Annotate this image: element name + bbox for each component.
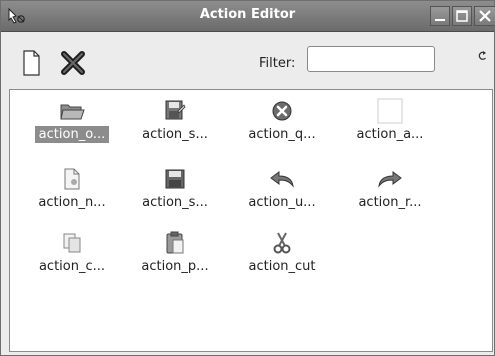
- action-item[interactable]: action_u...: [230, 162, 334, 222]
- action-item[interactable]: action_a...: [338, 94, 442, 154]
- undo-icon: [268, 166, 296, 192]
- minimize-icon: [435, 19, 445, 21]
- folder-open-icon: [58, 98, 86, 124]
- action-icon-view[interactable]: action_o... action_s... action_q... acti…: [9, 89, 493, 352]
- action-label: action_u...: [248, 195, 316, 210]
- paste-icon: [161, 230, 189, 256]
- action-item[interactable]: action_s...: [123, 94, 227, 154]
- floppy-save-icon: [161, 166, 189, 192]
- close-icon: [479, 10, 491, 22]
- action-item[interactable]: action_n...: [20, 162, 124, 222]
- title-bar[interactable]: Action Editor: [1, 1, 495, 32]
- action-editor-window: Action Editor Filter: action_o... action…: [0, 0, 495, 356]
- new-file-icon: [58, 166, 86, 192]
- action-label: action_a...: [356, 127, 424, 142]
- action-item[interactable]: action_c...: [20, 226, 124, 286]
- action-label: action_c...: [38, 259, 106, 274]
- action-item[interactable]: action_r...: [338, 162, 442, 222]
- new-action-button[interactable]: [15, 47, 47, 79]
- action-item[interactable]: action_cut: [230, 226, 334, 286]
- action-label: action_q...: [248, 127, 316, 142]
- maximize-button[interactable]: [452, 6, 472, 26]
- blank-icon: [376, 98, 404, 124]
- clear-filter-button[interactable]: [475, 50, 489, 66]
- action-label: action_p...: [141, 259, 209, 274]
- close-button[interactable]: [474, 6, 495, 26]
- action-label: action_cut: [248, 259, 316, 274]
- delete-x-icon: [61, 51, 85, 75]
- filter-label: Filter:: [259, 56, 296, 71]
- scissors-icon: [268, 230, 296, 256]
- action-item[interactable]: action_q...: [230, 94, 334, 154]
- clear-filter-icon: [478, 51, 486, 60]
- copy-icon: [58, 230, 86, 256]
- delete-action-button[interactable]: [57, 47, 89, 79]
- minimize-button[interactable]: [430, 6, 450, 26]
- window-title: Action Editor: [199, 7, 296, 22]
- maximize-icon: [456, 10, 468, 22]
- new-document-icon: [23, 50, 40, 76]
- action-label: action_n...: [38, 195, 106, 210]
- action-item[interactable]: action_p...: [123, 226, 227, 286]
- action-item[interactable]: action_o...: [20, 94, 124, 154]
- action-label: action_s...: [142, 127, 208, 142]
- action-item[interactable]: action_s...: [123, 162, 227, 222]
- quit-icon: [268, 98, 296, 124]
- save-as-icon: [161, 98, 189, 124]
- action-label: action_o...: [20, 126, 124, 143]
- action-label: action_r...: [358, 195, 422, 210]
- toolbar: Filter:: [1, 32, 494, 90]
- redo-icon: [376, 166, 404, 192]
- filter-input[interactable]: [307, 46, 435, 72]
- action-label: action_s...: [142, 195, 208, 210]
